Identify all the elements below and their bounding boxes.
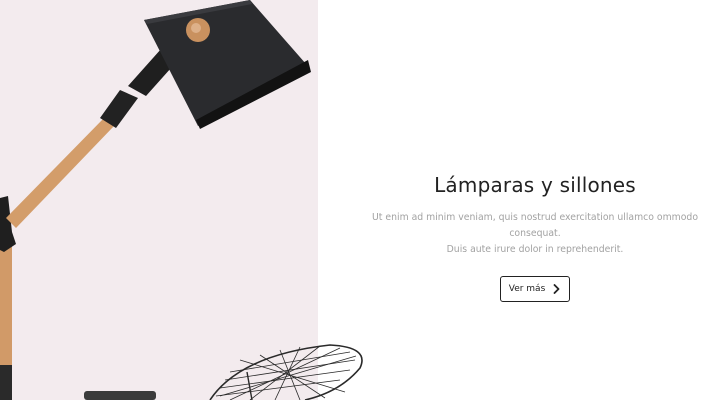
ver-mas-label: Ver más <box>508 284 546 294</box>
banner-description: Ut enim ad minim veniam, quis nostrud ex… <box>350 210 720 258</box>
hero-banner: Lámparas y sillones Ut enim ad minim ven… <box>0 0 720 400</box>
chevron-right-icon <box>553 284 560 294</box>
wire-chair-image <box>209 344 363 400</box>
seat-fragment-image <box>84 391 156 400</box>
banner-title: Lámparas y sillones <box>434 173 636 197</box>
banner-content: Lámparas y sillones Ut enim ad minim ven… <box>350 170 720 302</box>
banner-description-line-2: Duis aute irure dolor in reprehenderit. <box>446 244 624 255</box>
ver-mas-button[interactable]: Ver más <box>500 276 570 302</box>
banner-description-line-1: Ut enim ad minim veniam, quis nostrud ex… <box>371 212 699 239</box>
desk-lamp-image <box>0 0 311 400</box>
